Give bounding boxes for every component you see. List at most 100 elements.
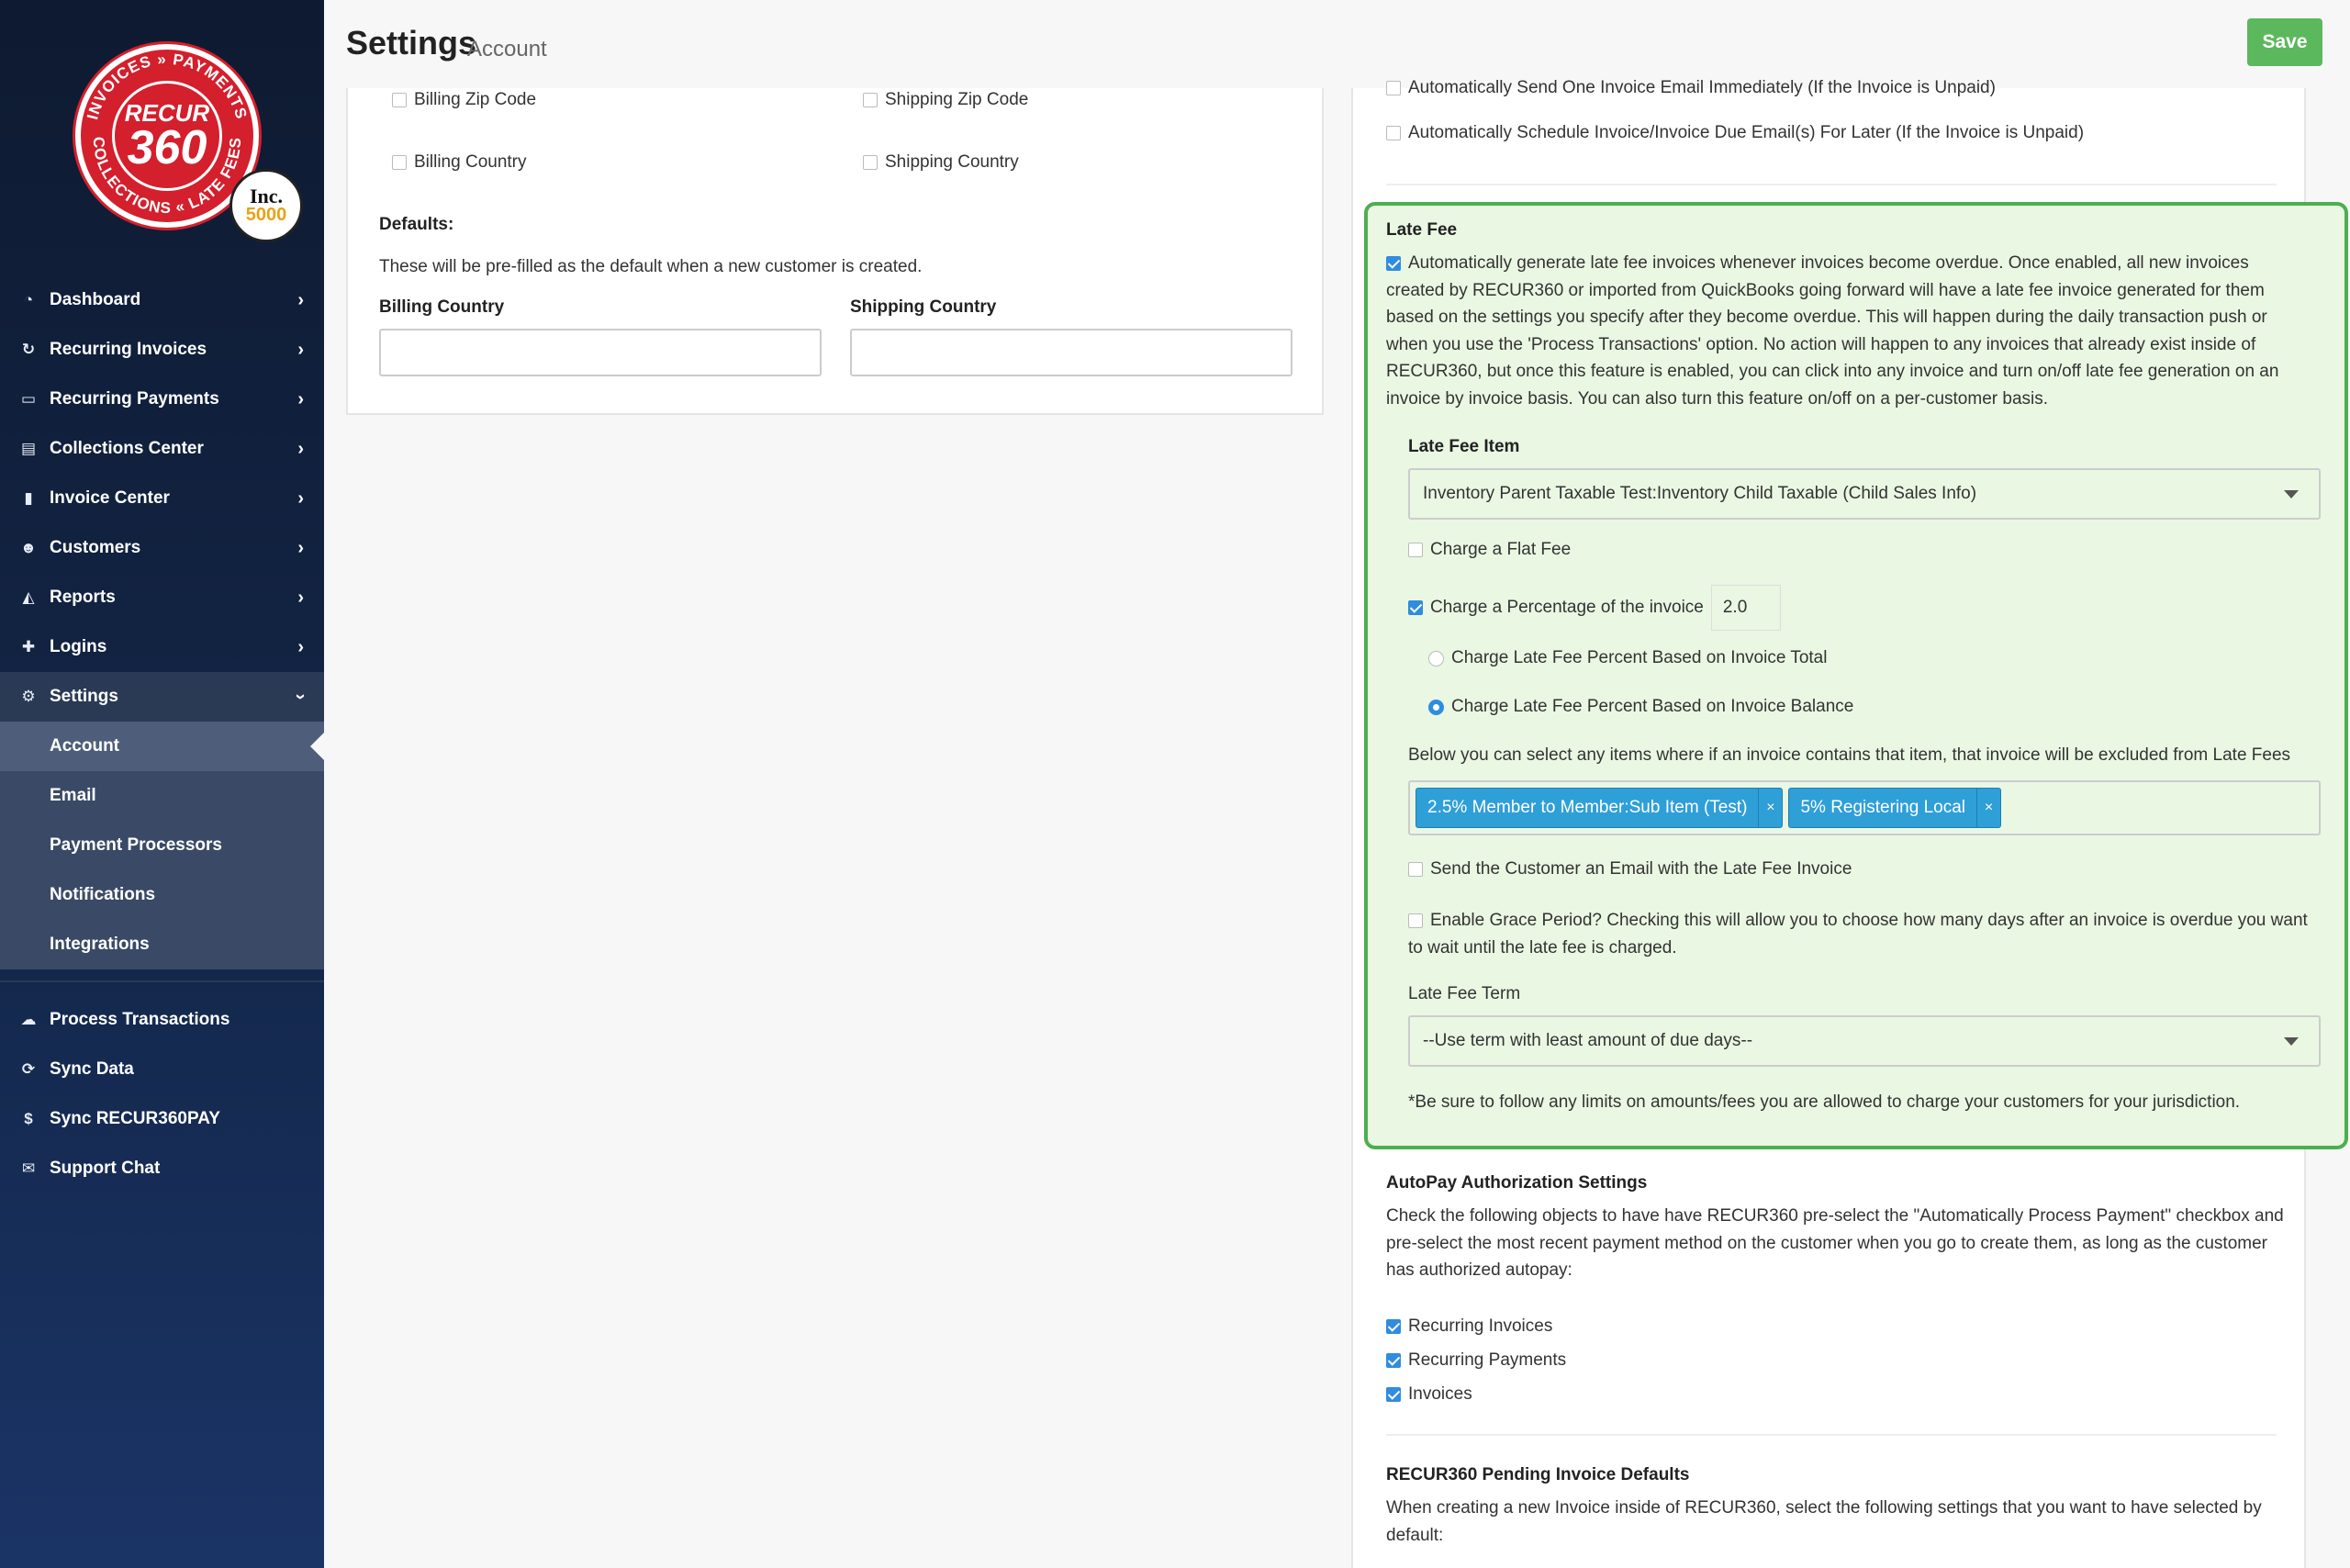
grace-period-row[interactable]: Enable Grace Period? Checking this will … bbox=[1408, 907, 2326, 961]
shipping-zip-checkbox[interactable]: Shipping Zip Code bbox=[863, 90, 1028, 110]
auto-send-email-row[interactable]: Automatically Send One Invoice Email Imm… bbox=[1386, 73, 1996, 103]
sidebar-item-settings[interactable]: ⚙ Settings › bbox=[0, 672, 324, 722]
excluded-items-multiselect[interactable]: 2.5% Member to Member:Sub Item (Test) × … bbox=[1408, 780, 2321, 835]
submenu-item-email[interactable]: Email bbox=[0, 771, 324, 821]
sidebar-item-label: Logins bbox=[50, 637, 107, 656]
submenu-item-integrations[interactable]: Integrations bbox=[0, 920, 324, 969]
billing-country-checkbox[interactable]: Billing Country bbox=[392, 152, 527, 173]
sidebar-divider bbox=[0, 969, 324, 982]
sidebar-item-label: Customers bbox=[50, 538, 141, 557]
sidebar-item-invoice-center[interactable]: ▮ Invoice Center › bbox=[0, 474, 324, 523]
flat-fee-checkbox[interactable] bbox=[1408, 543, 1423, 557]
auto-schedule-email-row[interactable]: Automatically Schedule Invoice/Invoice D… bbox=[1386, 123, 2084, 143]
sidebar-item-sync-recur360pay[interactable]: $ Sync RECUR360PAY bbox=[0, 1094, 324, 1144]
sync-icon: ⟳ bbox=[21, 1060, 36, 1078]
chevron-down-icon: › bbox=[291, 693, 312, 700]
close-icon[interactable]: × bbox=[1758, 789, 1782, 827]
sidebar-item-label: Invoice Center bbox=[50, 488, 170, 508]
default-shipping-country-input[interactable] bbox=[850, 329, 1292, 376]
refresh-icon: ↻ bbox=[21, 341, 36, 358]
dollar-icon: $ bbox=[24, 1110, 33, 1127]
checkbox[interactable] bbox=[863, 155, 878, 170]
percentage-input[interactable]: 2.0 bbox=[1710, 585, 1781, 631]
billing-country-label: Billing Country bbox=[379, 297, 505, 317]
radio-invoice-balance-row[interactable]: Charge Late Fee Percent Based on Invoice… bbox=[1428, 697, 1853, 717]
sidebar-item-label: Support Chat bbox=[50, 1159, 161, 1178]
excluded-item-tag: 2.5% Member to Member:Sub Item (Test) × bbox=[1416, 788, 1784, 828]
sidebar-item-customers[interactable]: ☻ Customers › bbox=[0, 523, 324, 573]
checkbox[interactable] bbox=[863, 93, 878, 107]
send-email-label: Send the Customer an Email with the Late… bbox=[1430, 859, 1852, 879]
late-fee-term-value: --Use term with least amount of due days… bbox=[1423, 1031, 1753, 1050]
chevron-right-icon: › bbox=[297, 289, 304, 310]
sidebar-item-recurring-invoices[interactable]: ↻ Recurring Invoices › bbox=[0, 325, 324, 375]
sidebar-item-process-transactions[interactable]: ☁ Process Transactions bbox=[0, 995, 324, 1045]
user-plus-icon: ✚ bbox=[21, 638, 36, 655]
flat-fee-checkbox-row[interactable]: Charge a Flat Fee bbox=[1408, 540, 1571, 560]
late-fee-enable-row[interactable]: Automatically generate late fee invoices… bbox=[1386, 250, 2304, 413]
late-fee-item-select[interactable]: Inventory Parent Taxable Test:Inventory … bbox=[1408, 468, 2321, 520]
checkbox[interactable] bbox=[392, 155, 407, 170]
autopay-description: Check the following objects to have have… bbox=[1386, 1206, 2284, 1281]
shipping-country-checkbox[interactable]: Shipping Country bbox=[863, 152, 1019, 173]
radio-invoice-balance[interactable] bbox=[1428, 699, 1444, 715]
recur360-logo[interactable]: INVOICES » PAYMENTS COLLECTIONS « LATE F… bbox=[72, 40, 307, 244]
late-fee-item-value: Inventory Parent Taxable Test:Inventory … bbox=[1423, 484, 1977, 503]
sidebar-item-logins[interactable]: ✚ Logins › bbox=[0, 622, 324, 672]
submenu-item-account[interactable]: Account bbox=[0, 722, 324, 771]
submenu-item-notifications[interactable]: Notifications bbox=[0, 870, 324, 920]
autopay-recurring-invoices-checkbox[interactable]: Recurring Invoices bbox=[1386, 1316, 1552, 1337]
sidebar-item-dashboard[interactable]: ◔ Dashboard › bbox=[0, 275, 324, 325]
late-fee-enable-checkbox[interactable] bbox=[1386, 256, 1401, 271]
checkbox-label: Billing Zip Code bbox=[414, 90, 537, 109]
close-icon[interactable]: × bbox=[1976, 789, 2000, 827]
checkbox-label: Shipping Zip Code bbox=[885, 90, 1029, 109]
checkbox[interactable] bbox=[392, 93, 407, 107]
sidebar-item-label: Recurring Payments bbox=[50, 389, 219, 409]
late-fee-term-select[interactable]: --Use term with least amount of due days… bbox=[1408, 1015, 2321, 1067]
submenu-item-payment-processors[interactable]: Payment Processors bbox=[0, 821, 324, 870]
sidebar-item-support-chat[interactable]: ✉ Support Chat bbox=[0, 1144, 324, 1193]
sidebar-item-recurring-payments[interactable]: ▭ Recurring Payments › bbox=[0, 375, 324, 424]
sidebar-item-sync-data[interactable]: ⟳ Sync Data bbox=[0, 1045, 324, 1094]
page-header: Settings Account Save bbox=[324, 0, 2350, 88]
sidebar-item-label: Dashboard bbox=[50, 290, 141, 309]
grace-period-checkbox[interactable] bbox=[1408, 913, 1423, 928]
send-email-checkbox-row[interactable]: Send the Customer an Email with the Late… bbox=[1408, 859, 1852, 879]
cloud-upload-icon: ☁ bbox=[20, 1011, 37, 1028]
inc-5000-badge: Inc. 5000 bbox=[229, 169, 303, 242]
checkbox[interactable] bbox=[1386, 1387, 1401, 1402]
grace-period-label: Enable Grace Period? Checking this will … bbox=[1408, 911, 2308, 958]
save-button[interactable]: Save bbox=[2247, 18, 2322, 66]
chevron-right-icon: › bbox=[297, 438, 304, 459]
late-fee-section: Late Fee Automatically generate late fee… bbox=[1364, 202, 2348, 1149]
sidebar-item-label: Process Transactions bbox=[50, 1010, 230, 1029]
sidebar-item-reports[interactable]: ◭ Reports › bbox=[0, 573, 324, 622]
autopay-invoices-checkbox[interactable]: Invoices bbox=[1386, 1384, 1472, 1405]
pending-invoice-defaults-description: When creating a new Invoice inside of RE… bbox=[1386, 1498, 2262, 1545]
tachometer-icon: ◔ bbox=[23, 291, 34, 308]
radio-invoice-total-row[interactable]: Charge Late Fee Percent Based on Invoice… bbox=[1428, 648, 1827, 668]
checkbox[interactable] bbox=[1386, 1319, 1401, 1334]
autopay-recurring-payments-checkbox[interactable]: Recurring Payments bbox=[1386, 1350, 1566, 1371]
sidebar-item-collections-center[interactable]: ▤ Collections Center › bbox=[0, 424, 324, 474]
caret-down-icon bbox=[2284, 490, 2299, 498]
checkbox[interactable] bbox=[1386, 1353, 1401, 1368]
late-fee-term-label: Late Fee Term bbox=[1408, 984, 1521, 1003]
divider bbox=[1386, 1434, 2277, 1436]
billing-zip-checkbox[interactable]: Billing Zip Code bbox=[392, 90, 536, 110]
checkbox-label: Billing Country bbox=[414, 152, 527, 172]
percentage-checkbox-row[interactable]: Charge a Percentage of the invoice 2.0 bbox=[1408, 585, 1781, 631]
send-email-checkbox[interactable] bbox=[1408, 862, 1423, 877]
radio-invoice-total[interactable] bbox=[1428, 650, 1444, 666]
defaults-description: These will be pre-filled as the default … bbox=[379, 257, 923, 276]
settings-submenu: Account Email Payment Processors Notific… bbox=[0, 722, 324, 969]
default-billing-country-input[interactable] bbox=[379, 329, 822, 376]
checkbox[interactable] bbox=[1386, 126, 1401, 140]
chevron-right-icon: › bbox=[297, 537, 304, 558]
logo-center: RECUR 360 bbox=[112, 81, 222, 191]
percentage-checkbox[interactable] bbox=[1408, 600, 1423, 615]
late-fee-description: Automatically generate late fee invoices… bbox=[1386, 253, 2279, 409]
credit-card-icon: ▭ bbox=[20, 390, 37, 408]
checkbox[interactable] bbox=[1386, 81, 1401, 95]
